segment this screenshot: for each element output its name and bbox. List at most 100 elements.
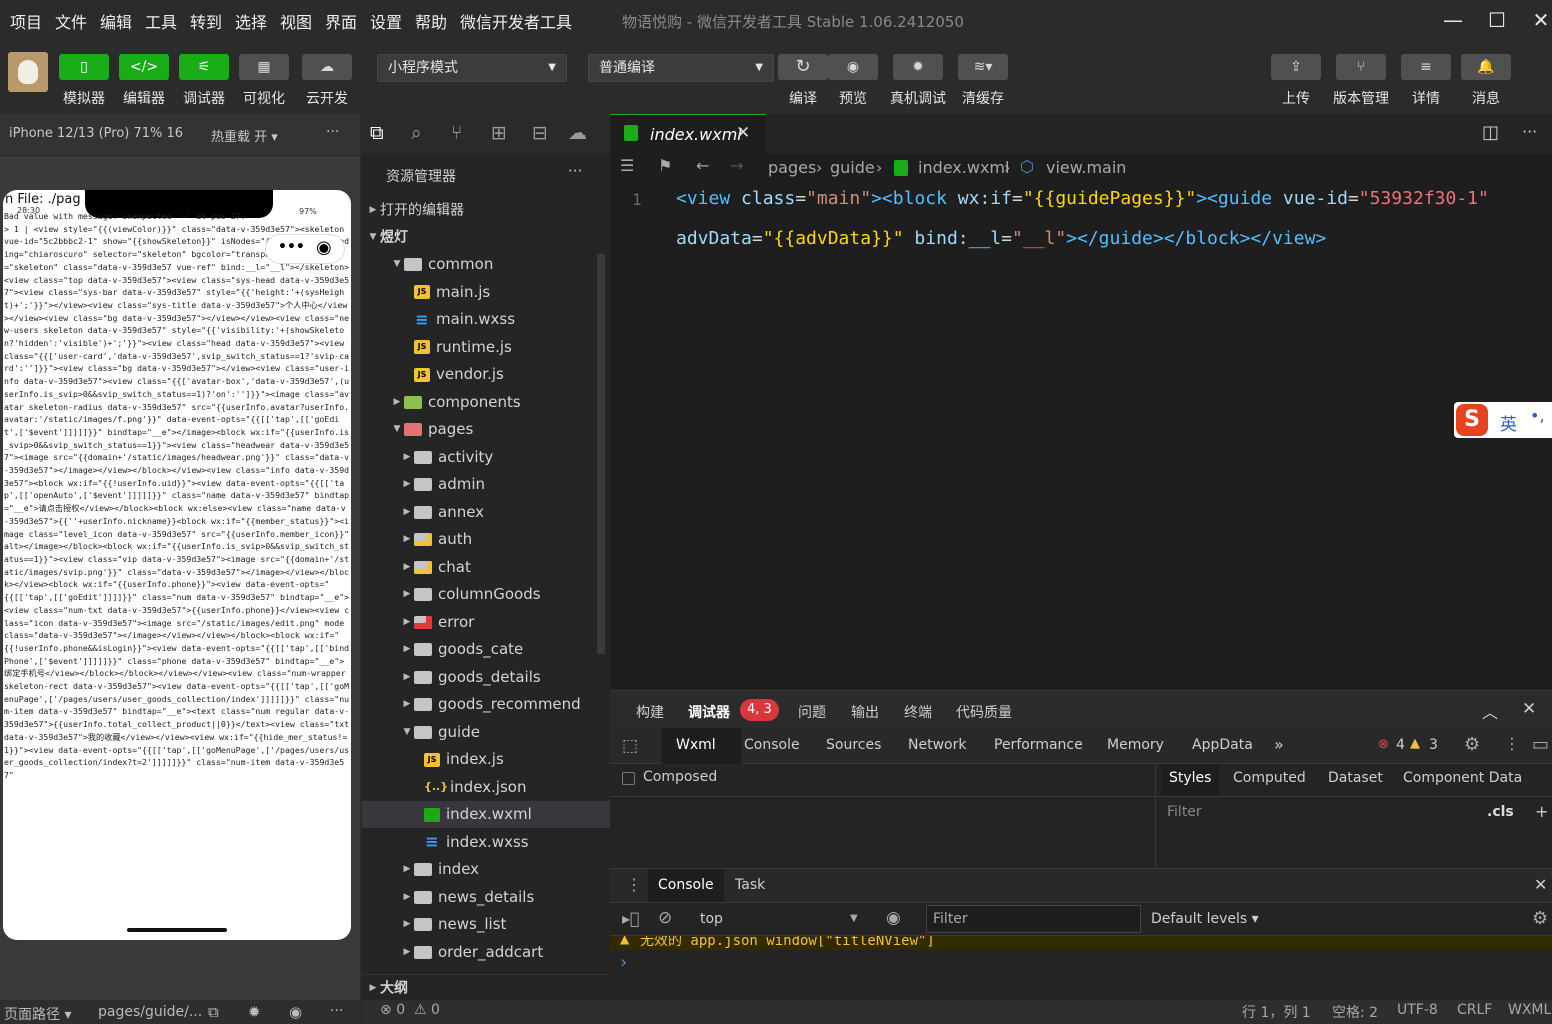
console-filter-input[interactable]: Filter [926, 905, 1141, 933]
tree-item[interactable]: JS runtime.js [362, 334, 610, 361]
docker-icon[interactable]: ☁ [568, 122, 587, 144]
clear-cache-button[interactable]: ≋▾ [958, 54, 1008, 80]
details-button[interactable]: ≡ [1401, 54, 1451, 80]
styles-filter-input[interactable]: Filter [1167, 804, 1202, 820]
tree-item[interactable]: ≡ main.wxss [362, 306, 610, 333]
compile-button[interactable]: ↻ [778, 54, 828, 80]
page-path-toggle[interactable]: 页面路径 ▾ [4, 1004, 71, 1024]
vertical-more-icon[interactable]: ⋮ [1504, 734, 1520, 753]
menu-project[interactable]: 项目 [10, 9, 42, 33]
hot-reload-toggle[interactable]: 热重载 开 ▾ [211, 126, 278, 145]
preview-button[interactable]: ◉ [828, 54, 878, 80]
version-button[interactable]: ⑂ [1336, 54, 1386, 80]
close-window-icon[interactable]: ✕ [1526, 6, 1552, 34]
tab-terminal[interactable]: 终端 [904, 702, 932, 722]
simulator-button[interactable]: ▯ [59, 54, 109, 80]
tree-item[interactable]: ▼ guide [362, 719, 610, 746]
clear-console-icon[interactable]: ⊘ [658, 908, 672, 928]
tree-item[interactable]: ▶ news_details [362, 884, 610, 911]
tab-build[interactable]: 构建 [636, 702, 664, 722]
tree-item[interactable]: ▼ common [362, 251, 610, 278]
menu-wechat-devtools[interactable]: 微信开发者工具 [460, 9, 572, 33]
tree-item[interactable]: ▶ error [362, 609, 610, 636]
tab-wxml[interactable]: Wxml [662, 728, 742, 764]
code-line-1-wrap[interactable]: advData="{{advData}}" bind:__l="__l"></g… [676, 228, 1326, 249]
footer-more-icon[interactable]: ··· [330, 1003, 343, 1019]
tree-item[interactable]: ▶ goods_cate [362, 636, 610, 663]
close-panel-icon[interactable]: ✕ [1522, 699, 1536, 719]
cloud-button[interactable]: ☁ [302, 54, 352, 80]
language-mode[interactable]: WXML [1508, 1002, 1551, 1018]
tab-component-data[interactable]: Component Data [1403, 770, 1522, 786]
tab-sources[interactable]: Sources [826, 737, 881, 753]
tab-debugger[interactable]: 调试器 [688, 702, 730, 722]
tree-item[interactable]: ▶ order_addcart [362, 939, 610, 966]
tab-network[interactable]: Network [908, 737, 966, 753]
breadcrumb-file[interactable]: index.wxml [918, 158, 1009, 177]
line-ending[interactable]: CRLF [1457, 1002, 1492, 1018]
project-section[interactable]: ▼ 煜灯 [362, 224, 610, 251]
maximize-icon[interactable]: ☐ [1482, 6, 1512, 34]
indent-setting[interactable]: 空格: 2 [1332, 1002, 1378, 1022]
eye-icon[interactable]: ◉ [289, 1003, 302, 1021]
split-editor-icon[interactable]: ◫ [1482, 122, 1499, 143]
status-warnings[interactable]: ⚠ 0 [414, 1002, 440, 1018]
menu-help[interactable]: 帮助 [415, 9, 447, 33]
warning-count[interactable]: 3 [1429, 737, 1438, 753]
tab-styles[interactable]: Styles [1161, 764, 1219, 796]
upload-button[interactable]: ⇪ [1271, 54, 1321, 80]
tab-computed[interactable]: Computed [1233, 770, 1306, 786]
mode-select[interactable]: 小程序模式 ▼ [377, 54, 567, 82]
tree-item[interactable]: ▶ admin [362, 471, 610, 498]
search-icon[interactable]: ⌕ [411, 122, 422, 144]
tree-item[interactable]: JS index.js [362, 746, 610, 773]
tree-item[interactable]: ▼ pages [362, 416, 610, 443]
cls-button[interactable]: .cls [1487, 804, 1514, 820]
editor-more-icon[interactable]: ··· [1522, 122, 1537, 141]
tree-item[interactable]: ▶ columnGoods [362, 581, 610, 608]
device-select[interactable]: iPhone 12/13 (Pro) 71% 16 [9, 126, 183, 141]
capsule-more-icon[interactable]: ••• [278, 239, 305, 255]
tree-item[interactable]: ▶ news_list [362, 911, 610, 938]
settings-gear-icon[interactable]: ⚙ [1464, 734, 1480, 755]
phone-screen[interactable]: n File: ./pag 28:30 97% Bad value with m… [3, 190, 351, 940]
tree-item[interactable]: ▶ components [362, 389, 610, 416]
tree-item[interactable]: index.wxml [362, 801, 610, 828]
bug-icon[interactable]: ✹ [248, 1003, 261, 1021]
explorer-more-icon[interactable]: ··· [568, 162, 582, 180]
capsule-close-icon[interactable]: ◉ [316, 237, 332, 258]
menu-tools[interactable]: 工具 [145, 9, 177, 33]
list-icon[interactable]: ☰ [620, 156, 634, 175]
file-encoding[interactable]: UTF-8 [1397, 1002, 1438, 1018]
editor-button[interactable]: </> [119, 54, 169, 80]
drawer-menu-icon[interactable]: ⋮ [626, 875, 642, 894]
console-settings-icon[interactable]: ⚙ [1532, 908, 1548, 929]
tree-item[interactable]: ▶ goods_details [362, 664, 610, 691]
console-prompt[interactable]: › [620, 952, 627, 973]
menu-file[interactable]: 文件 [55, 9, 87, 33]
tab-code-quality[interactable]: 代码质量 [956, 702, 1012, 722]
context-select[interactable]: top [700, 911, 723, 927]
close-drawer-icon[interactable]: ✕ [1534, 875, 1547, 894]
breadcrumb-guide[interactable]: guide [830, 158, 875, 177]
mini-program-capsule[interactable]: ••• ◉ [265, 234, 345, 264]
tree-scrollbar[interactable] [597, 254, 605, 654]
menu-interface[interactable]: 界面 [325, 9, 357, 33]
bookmark-icon[interactable]: ⚑ [658, 156, 672, 175]
tree-item[interactable]: ▶ activity [362, 444, 610, 471]
open-editors-section[interactable]: ▶ 打开的编辑器 [362, 197, 610, 224]
real-debug-button[interactable]: ✹ [893, 54, 943, 80]
eye-icon[interactable]: ◉ [886, 908, 901, 928]
more-tabs-icon[interactable]: » [1274, 735, 1284, 754]
collapse-panel-icon[interactable]: ︿ [1482, 699, 1498, 723]
log-levels-select[interactable]: Default levels ▾ [1151, 911, 1259, 927]
extensions-icon[interactable]: ⊞ [491, 122, 507, 144]
menu-edit[interactable]: 编辑 [100, 9, 132, 33]
cursor-position[interactable]: 行 1，列 1 [1242, 1002, 1311, 1022]
dock-icon[interactable]: ▭ [1532, 734, 1549, 755]
add-rule-icon[interactable]: + [1535, 802, 1548, 821]
messages-button[interactable]: 🔔 [1461, 54, 1511, 80]
tree-item[interactable]: ▶ auth [362, 526, 610, 553]
minimize-icon[interactable]: — [1438, 6, 1468, 34]
sidebar-toggle-icon[interactable]: ▸⃞ [622, 909, 640, 928]
